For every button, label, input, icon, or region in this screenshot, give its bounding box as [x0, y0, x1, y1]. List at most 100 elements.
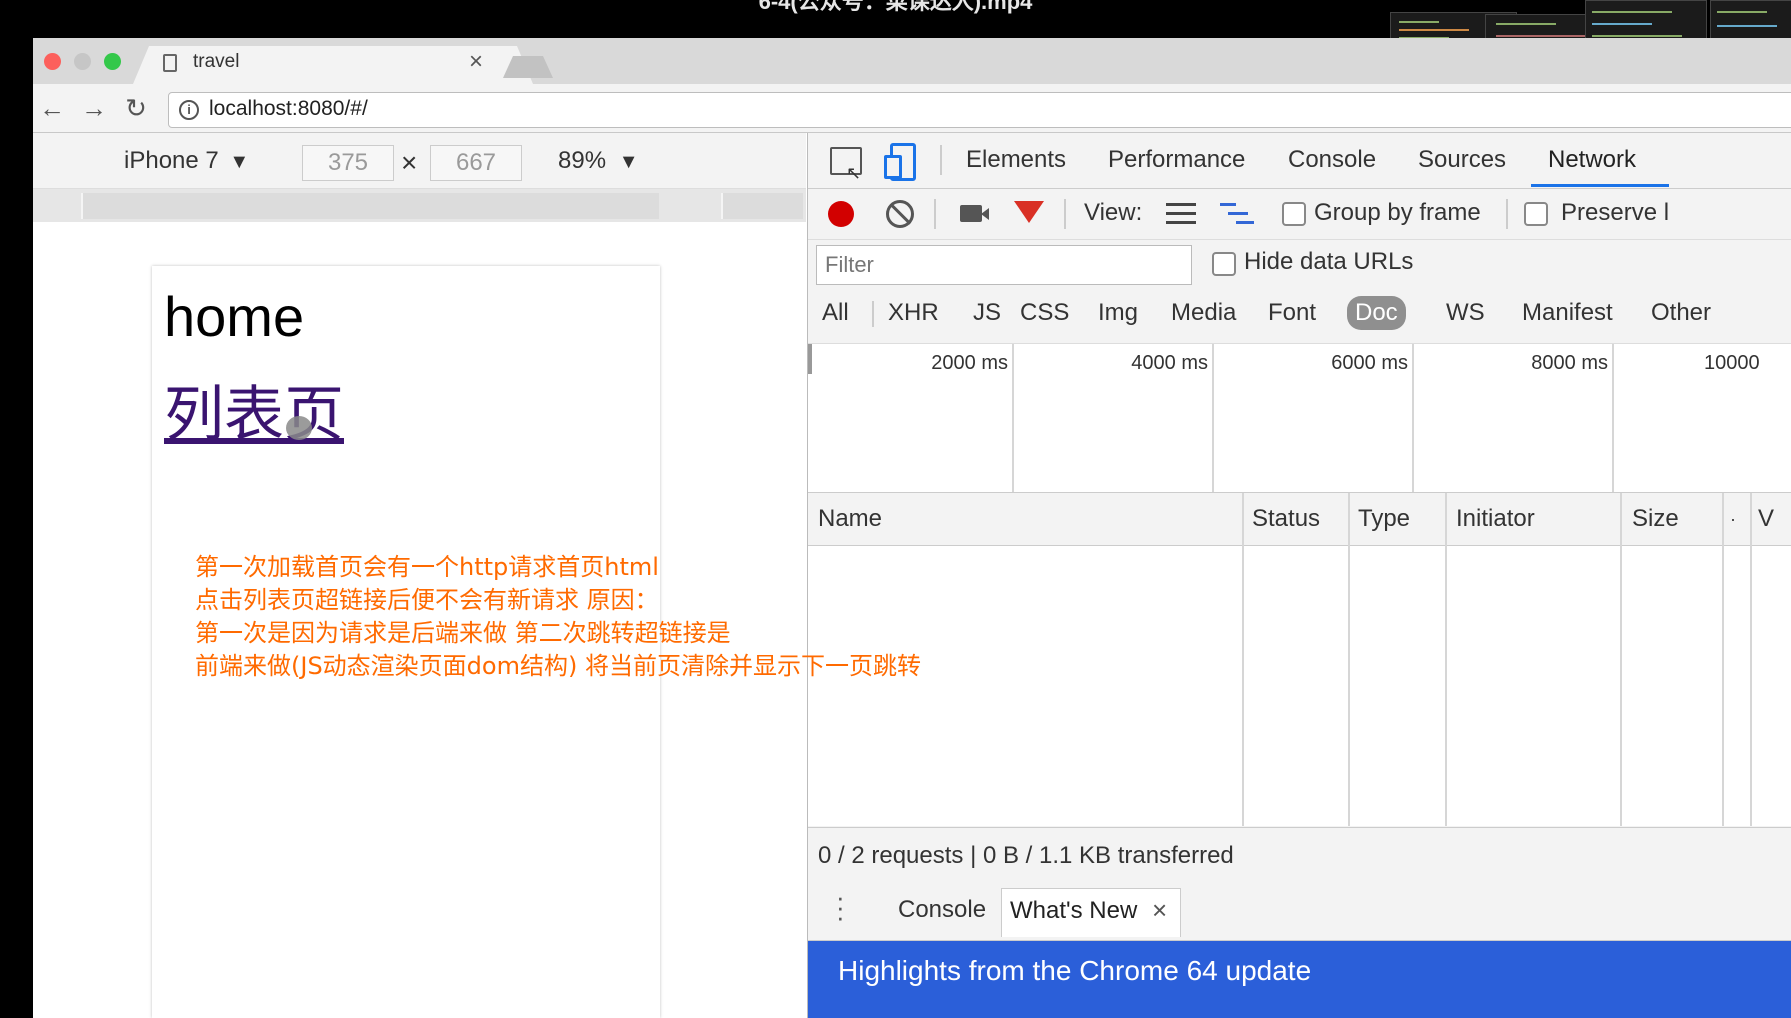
divider: [940, 145, 942, 175]
tab-title: travel: [193, 51, 240, 72]
hide-data-urls-label: Hide data URLs: [1244, 248, 1414, 275]
timeline-tick: 6000 ms: [1331, 352, 1408, 374]
close-window-button[interactable]: [44, 53, 61, 70]
type-js[interactable]: JS: [973, 293, 1001, 333]
note-line: 第一次加载首页会有一个http请求首页html: [195, 553, 659, 581]
timeline-tick: 10000: [1704, 352, 1760, 374]
type-font[interactable]: Font: [1268, 293, 1316, 333]
tab-performance[interactable]: Performance: [1108, 133, 1245, 187]
close-icon[interactable]: ×: [1152, 895, 1167, 926]
browser-window: travel × ← → ↻ i localhost:8080/#/ iPhon…: [33, 38, 1791, 1018]
type-all[interactable]: All: [822, 293, 849, 333]
active-tab-indicator: [1531, 184, 1669, 187]
tab-strip: travel ×: [33, 38, 1791, 84]
zoom-select[interactable]: 89% ▼: [558, 147, 639, 175]
height-field[interactable]: 667: [430, 145, 522, 181]
type-doc[interactable]: Doc: [1347, 296, 1406, 330]
preserve-log-label: Preserve l: [1561, 199, 1670, 226]
zoom-value: 89%: [558, 147, 607, 174]
dimension-separator: ×: [401, 147, 418, 178]
note-line: 点击列表页超链接后便不会有新请求 原因：: [195, 586, 659, 614]
group-by-frame-checkbox[interactable]: [1282, 202, 1306, 226]
device-toolbar-inner-icon: [884, 155, 902, 179]
video-title: 6-4(公众号：菜课达人).mp4: [758, 0, 1033, 14]
dropdown-arrow-icon: ▼: [618, 151, 639, 173]
column-status[interactable]: Status: [1252, 493, 1320, 545]
divider: [934, 199, 936, 229]
requests-summary: 0 / 2 requests | 0 B / 1.1 KB transferre…: [818, 842, 1234, 869]
divider: [1064, 199, 1066, 229]
drawer-tab-console[interactable]: Console: [898, 896, 986, 924]
column-type[interactable]: Type: [1358, 493, 1410, 545]
list-page-link[interactable]: 列表页: [164, 366, 344, 453]
network-toolbar: View: Group by frame Preserve l: [808, 189, 1791, 240]
media-query-ruler: [33, 189, 806, 222]
drawer-menu-icon[interactable]: · · ·: [836, 884, 845, 930]
divider: [1506, 199, 1508, 229]
cursor-arrow-icon: ↖: [846, 163, 862, 183]
zoom-window-button[interactable]: [104, 53, 121, 70]
type-media[interactable]: Media: [1171, 293, 1236, 333]
device-toolbar: iPhone 7 ▼ 375 × 667 89% ▼: [33, 133, 806, 189]
divider: [872, 301, 874, 327]
tab-console[interactable]: Console: [1288, 133, 1376, 187]
timeline-handle[interactable]: [808, 344, 812, 374]
group-by-frame-label: Group by frame: [1314, 199, 1481, 226]
screenshot-camera-icon[interactable]: [960, 205, 982, 222]
column-name[interactable]: Name: [818, 493, 882, 545]
back-arrow-icon[interactable]: ←: [38, 94, 66, 122]
tab-network[interactable]: Network: [1548, 133, 1636, 187]
page-icon: [163, 54, 177, 72]
note-line: 第一次是因为请求是后端来做 第二次跳转超链接是: [195, 619, 731, 647]
cursor-indicator: [286, 416, 312, 440]
hide-data-urls-checkbox[interactable]: [1212, 252, 1236, 276]
dropdown-arrow-icon: ▼: [229, 151, 250, 173]
width-field[interactable]: 375: [302, 145, 394, 181]
column-waterfall[interactable]: V: [1758, 493, 1774, 545]
type-manifest[interactable]: Manifest: [1522, 293, 1613, 333]
type-ws[interactable]: WS: [1446, 293, 1485, 333]
type-xhr[interactable]: XHR: [888, 293, 939, 333]
filter-icon[interactable]: [1014, 201, 1044, 223]
drawer-tab-whats-new[interactable]: What's New ×: [1001, 888, 1181, 937]
drawer-tabbar: · · · Console What's New ×: [808, 882, 1791, 941]
timeline-tick: 2000 ms: [931, 352, 1008, 374]
tab-close-icon[interactable]: ×: [469, 48, 483, 76]
column-initiator[interactable]: Initiator: [1456, 493, 1535, 545]
preserve-log-checkbox[interactable]: [1524, 202, 1548, 226]
type-img[interactable]: Img: [1098, 293, 1138, 333]
minimize-window-button[interactable]: [74, 53, 91, 70]
large-rows-icon[interactable]: [1166, 203, 1196, 225]
banner-title: Highlights from the Chrome 64 update: [838, 955, 1312, 986]
url-text[interactable]: localhost:8080/#/: [209, 97, 368, 121]
type-other[interactable]: Other: [1651, 293, 1711, 333]
annotation-notes: 第一次加载首页会有一个http请求首页html 点击列表页超链接后便不会有新请求…: [195, 551, 1075, 683]
timeline-tick: 4000 ms: [1131, 352, 1208, 374]
record-icon[interactable]: [828, 201, 854, 227]
view-label: View:: [1084, 199, 1143, 226]
filter-input[interactable]: Filter: [816, 245, 1192, 285]
drawer-tab-label: What's New: [1010, 897, 1138, 924]
note-line: 前端来做(JS动态渲染页面dom结构) 将当前页清除并显示下一页跳转: [195, 652, 921, 680]
browser-toolbar: ← → ↻ i localhost:8080/#/: [33, 84, 1791, 133]
address-bar[interactable]: i localhost:8080/#/: [168, 92, 1791, 128]
device-select[interactable]: iPhone 7 ▼: [124, 147, 249, 175]
filter-placeholder: Filter: [825, 252, 874, 277]
page-heading: home: [164, 285, 305, 348]
column-time[interactable]: ·: [1730, 493, 1736, 545]
device-name: iPhone 7: [124, 147, 219, 174]
whats-new-banner: Highlights from the Chrome 64 update: [808, 941, 1791, 1018]
timeline-overview[interactable]: 2000 ms 4000 ms 6000 ms 8000 ms 10000: [808, 343, 1791, 493]
forward-arrow-icon[interactable]: →: [80, 94, 108, 122]
tab-sources[interactable]: Sources: [1418, 133, 1506, 187]
tab-elements[interactable]: Elements: [966, 133, 1066, 187]
type-css[interactable]: CSS: [1020, 293, 1069, 333]
summary-bar: 0 / 2 requests | 0 B / 1.1 KB transferre…: [808, 827, 1791, 883]
info-icon[interactable]: i: [179, 100, 199, 120]
column-size[interactable]: Size: [1632, 493, 1679, 545]
camera-lens: [981, 208, 989, 220]
timeline-tick: 8000 ms: [1531, 352, 1608, 374]
devtools-tabbar: ↖ Elements Performance Console Sources N…: [808, 133, 1791, 189]
reload-icon[interactable]: ↻: [122, 94, 150, 122]
overview-icon[interactable]: [1220, 203, 1254, 225]
